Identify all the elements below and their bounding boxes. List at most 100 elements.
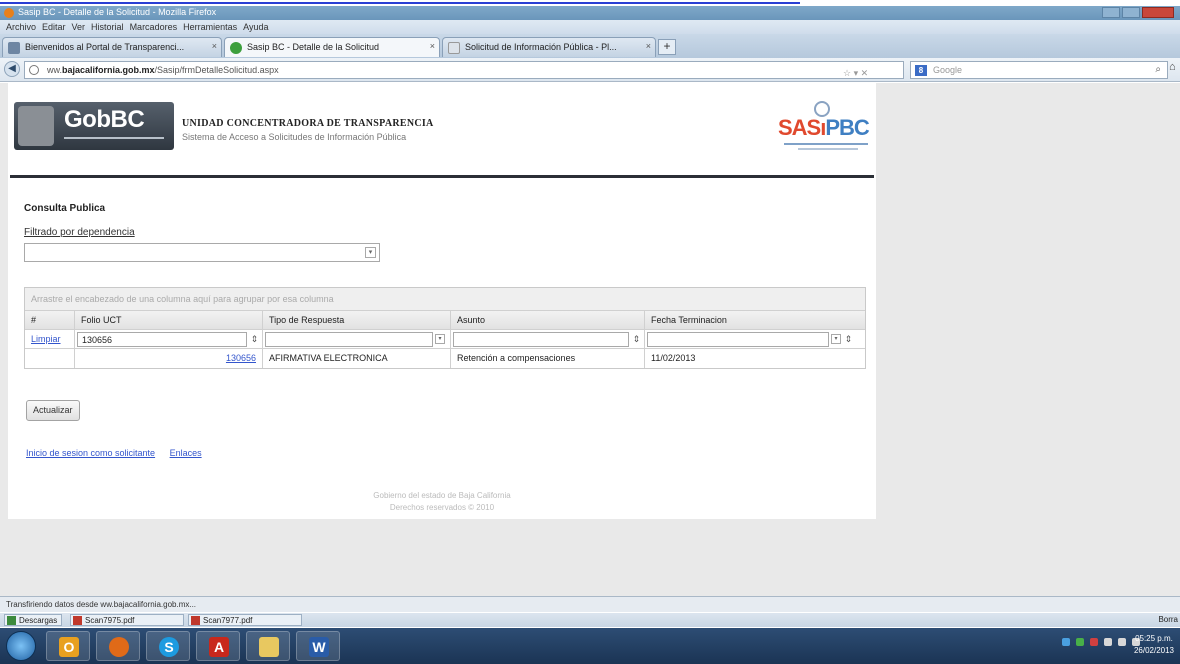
- sasipbc-text-pbc: PBC: [825, 115, 869, 140]
- tab-solicitud-informacion[interactable]: Solicitud de Información Pública - Pl...…: [442, 37, 656, 57]
- sasipbc-logo: SASıPBC: [778, 99, 874, 159]
- sasipbc-text-sas: SAS: [778, 115, 821, 140]
- taskbar-app-skype[interactable]: S: [146, 631, 190, 661]
- url-prefix: ww.: [47, 65, 63, 75]
- results-grid: Arrastre el encabezado de una columna aq…: [24, 287, 866, 369]
- filter-icon[interactable]: ⇕: [631, 332, 642, 347]
- tray-app-icon[interactable]: [1076, 638, 1084, 646]
- sasipbc-logo-text: SASıPBC: [778, 115, 870, 141]
- taskbar-app-explorer[interactable]: [246, 631, 290, 661]
- menu-editar[interactable]: Editar: [42, 22, 66, 32]
- grid-header-row: # Folio UCT Tipo de Respuesta Asunto Fec…: [25, 311, 865, 330]
- dependencia-select[interactable]: ▾: [24, 243, 380, 262]
- folio-link[interactable]: 130656: [226, 353, 256, 363]
- tab-sasip-detalle[interactable]: Sasip BC - Detalle de la Solicitud ×: [224, 37, 440, 57]
- menu-ayuda[interactable]: Ayuda: [243, 22, 268, 32]
- column-header-asunto[interactable]: Asunto: [451, 311, 645, 330]
- back-arrow-icon[interactable]: ◀: [4, 61, 20, 77]
- sasipbc-tagline-bar: [784, 143, 868, 145]
- row-number-cell: [25, 349, 75, 368]
- skype-icon: S: [159, 637, 179, 657]
- maximize-button[interactable]: [1122, 7, 1140, 18]
- column-header-tipo[interactable]: Tipo de Respuesta: [263, 311, 451, 330]
- chevron-down-icon[interactable]: ▾: [435, 334, 445, 344]
- tab-close-icon[interactable]: ×: [212, 41, 217, 51]
- taskbar-app-word[interactable]: W: [296, 631, 340, 661]
- search-icon[interactable]: ⌕: [1155, 64, 1161, 75]
- tipo-filter-input[interactable]: [265, 332, 433, 347]
- top-url-link[interactable]: [0, 2, 800, 4]
- table-row: 130656 AFIRMATIVA ELECTRONICA Retención …: [25, 349, 865, 368]
- asunto-filter-input[interactable]: [453, 332, 629, 347]
- login-solicitante-link[interactable]: Inicio de sesion como solicitante: [26, 448, 155, 458]
- tab-label: Bienvenidos al Portal de Transparenci...: [25, 42, 185, 52]
- menu-historial[interactable]: Historial: [91, 22, 124, 32]
- fecha-filter-input[interactable]: [647, 332, 829, 347]
- clock-time: 05:25 p.m.: [1135, 634, 1173, 643]
- gobbc-logo[interactable]: GobBC: [14, 102, 174, 150]
- column-header-fecha[interactable]: Fecha Terminacion: [645, 311, 867, 330]
- browser-content: GobBC UNIDAD CONCENTRADORA DE TRANSPAREN…: [0, 83, 1180, 596]
- filter-icon[interactable]: ⇕: [843, 332, 854, 347]
- taskbar-app-outlook[interactable]: O: [46, 631, 90, 661]
- download-item-scan7977[interactable]: Scan7977.pdf: [188, 614, 302, 626]
- home-icon[interactable]: ⌂: [1169, 61, 1180, 73]
- firefox-icon: [109, 637, 129, 657]
- bookmark-star-icon[interactable]: ☆ ▾ ✕: [843, 68, 868, 78]
- bottom-links: Inicio de sesion como solicitante Enlace…: [26, 448, 214, 458]
- clear-downloads-button[interactable]: Borra: [1158, 615, 1178, 624]
- tab-close-icon[interactable]: ×: [646, 41, 651, 51]
- url-path: /Sasip/frmDetalleSolicitud.aspx: [154, 65, 279, 75]
- chevron-down-icon[interactable]: ▾: [831, 334, 841, 344]
- clear-filters-link[interactable]: Limpiar: [31, 334, 61, 344]
- folio-filter-input[interactable]: 130656: [77, 332, 247, 347]
- footer-line-2: Derechos reservados © 2010: [389, 503, 495, 512]
- filter-clear-cell: Limpiar: [25, 330, 75, 349]
- close-window-button[interactable]: [1142, 7, 1174, 18]
- filter-icon[interactable]: ⇕: [249, 332, 260, 347]
- tipo-filter-cell: ▾: [263, 330, 451, 349]
- tray-alert-icon[interactable]: [1090, 638, 1098, 646]
- downloads-button[interactable]: Descargas: [4, 614, 63, 626]
- taskbar-app-firefox[interactable]: [96, 631, 140, 661]
- header-divider: [10, 175, 874, 178]
- column-header-folio[interactable]: Folio UCT: [75, 311, 263, 330]
- tipo-cell: AFIRMATIVA ELECTRONICA: [263, 349, 451, 368]
- menu-herramientas[interactable]: Herramientas: [183, 22, 237, 32]
- minimize-button[interactable]: [1102, 7, 1120, 18]
- window-title: Sasip BC - Detalle de la Solicitud - Moz…: [18, 7, 217, 17]
- section-title: Consulta Publica: [24, 203, 106, 214]
- chevron-down-icon[interactable]: ▾: [365, 247, 376, 258]
- tray-volume-icon[interactable]: [1118, 638, 1126, 646]
- folio-filter-cell: 130656 ⇕: [75, 330, 263, 349]
- taskbar-app-acrobat[interactable]: A: [196, 631, 240, 661]
- taskbar-clock[interactable]: 05:25 p.m. 26/02/2013: [1134, 633, 1174, 657]
- menu-archivo[interactable]: Archivo: [6, 22, 36, 32]
- gobbc-logo-underline: [64, 137, 164, 139]
- download-icon: [7, 616, 16, 625]
- menu-bar: Archivo Editar Ver Historial Marcadores …: [0, 20, 1180, 34]
- search-bar[interactable]: 8 Google ⌕: [910, 61, 1168, 79]
- folder-icon: [259, 637, 279, 657]
- status-bar: Transfiriendo datos desde ww.bajacalifor…: [0, 596, 1180, 612]
- tab-close-icon[interactable]: ×: [430, 41, 435, 51]
- tab-portal-transparencia[interactable]: Bienvenidos al Portal de Transparenci...…: [2, 37, 222, 57]
- group-by-panel[interactable]: Arrastre el encabezado de una columna aq…: [25, 288, 865, 311]
- address-bar[interactable]: ww.bajacalifornia.gob.mx/Sasip/frmDetall…: [24, 61, 904, 79]
- download-item-scan7975[interactable]: Scan7975.pdf: [70, 614, 184, 626]
- menu-ver[interactable]: Ver: [72, 22, 86, 32]
- tab-favicon: [8, 42, 20, 54]
- enlaces-link[interactable]: Enlaces: [170, 448, 202, 458]
- column-header-number[interactable]: #: [25, 311, 75, 330]
- menu-marcadores[interactable]: Marcadores: [130, 22, 178, 32]
- header-subtitle: Sistema de Acceso a Solicitudes de Infor…: [182, 132, 407, 142]
- new-tab-button[interactable]: +: [658, 39, 676, 55]
- filter-label: Filtrado por dependencia: [24, 227, 135, 238]
- download-bar: Descargas Scan7975.pdf Scan7977.pdf Borr…: [0, 613, 1180, 627]
- pdf-icon: [191, 616, 200, 625]
- update-button[interactable]: Actualizar: [26, 400, 80, 421]
- start-button[interactable]: [6, 631, 36, 661]
- tray-signal-icon[interactable]: [1104, 638, 1112, 646]
- tab-bar: Bienvenidos al Portal de Transparenci...…: [0, 34, 1180, 58]
- tray-network-icon[interactable]: [1062, 638, 1070, 646]
